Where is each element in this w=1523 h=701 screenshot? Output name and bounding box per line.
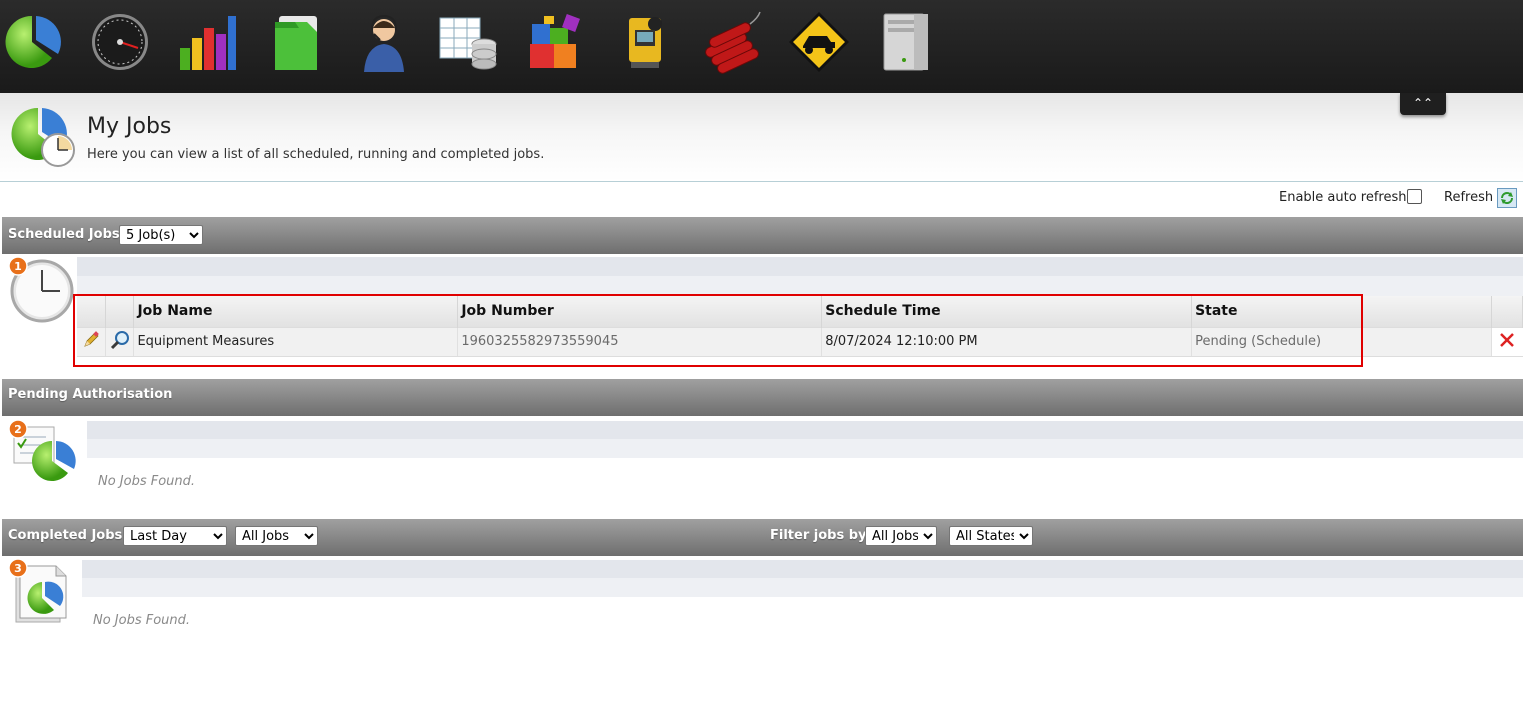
- clock-icon: 1: [8, 256, 78, 326]
- refresh-link[interactable]: Refresh: [1444, 190, 1493, 205]
- state-cell: Pending (Schedule): [1191, 326, 1492, 357]
- speedometer-icon[interactable]: [88, 10, 152, 74]
- scheduled-stripe: [77, 257, 1523, 276]
- edit-cell: [77, 326, 107, 357]
- delete-x-icon[interactable]: [1499, 332, 1515, 352]
- surveying-instrument-icon[interactable]: [613, 10, 677, 74]
- page-title: My Jobs: [87, 114, 172, 139]
- col-state[interactable]: State: [1191, 296, 1492, 327]
- completed-period-select[interactable]: Last Day: [123, 526, 227, 546]
- page-header: [0, 93, 1523, 182]
- pending-authorisation-bar: Pending Authorisation: [2, 379, 1523, 416]
- filter-jobs-label: Filter jobs by: [770, 528, 867, 543]
- double-chevron-up-icon: ⌃⌃: [1412, 96, 1434, 110]
- scheduled-jobs-title: Scheduled Jobs: [8, 227, 120, 242]
- top-toolbar: [0, 0, 1523, 93]
- checklist-chart-icon: 2: [8, 419, 78, 489]
- collapse-toolbar-button[interactable]: ⌃⌃: [1400, 93, 1446, 115]
- refresh-icon[interactable]: [1497, 188, 1517, 208]
- view-cell: [105, 326, 135, 357]
- completed-stripe: [82, 560, 1523, 578]
- support-headset-icon[interactable]: [352, 10, 416, 74]
- scheduled-count-select[interactable]: 5 Job(s): [119, 225, 203, 245]
- job-number-cell: 1960325582973559045: [457, 326, 823, 357]
- truck-warning-sign-icon[interactable]: [787, 10, 851, 74]
- scheduled-stripe-2: [77, 276, 1523, 296]
- pending-stripe: [87, 421, 1523, 439]
- jobs-pie-chart-icon[interactable]: [0, 10, 64, 74]
- server-tower-icon[interactable]: [874, 10, 938, 74]
- table-row: Equipment Measures 1960325582973559045 8…: [77, 326, 1523, 357]
- job-name-cell[interactable]: Equipment Measures: [133, 326, 459, 357]
- spreadsheet-database-icon[interactable]: [436, 10, 500, 74]
- auto-refresh-label: Enable auto refresh: [1279, 190, 1407, 205]
- filter-jobs-select[interactable]: All Jobs: [865, 526, 937, 546]
- col-edit: [77, 296, 107, 327]
- completed-stripe-2: [82, 578, 1523, 597]
- building-blocks-icon[interactable]: [524, 10, 588, 74]
- pencil-icon[interactable]: [81, 330, 101, 354]
- bar-chart-icon[interactable]: [176, 10, 240, 74]
- pending-empty-text: No Jobs Found.: [98, 474, 196, 489]
- page-description: Here you can view a list of all schedule…: [87, 147, 545, 162]
- col-delete: [1491, 296, 1523, 327]
- delete-cell: [1491, 326, 1523, 357]
- badge-3: 3: [14, 562, 22, 575]
- green-folder-icon[interactable]: [265, 10, 329, 74]
- pending-stripe-2: [87, 439, 1523, 458]
- table-header-row: Job Name Job Number Schedule Time State: [77, 296, 1523, 327]
- scheduled-jobs-bar: Scheduled Jobs: [2, 217, 1523, 254]
- badge-2: 2: [14, 423, 22, 436]
- schedule-time-cell: 8/07/2024 12:10:00 PM: [821, 326, 1193, 357]
- col-job-name[interactable]: Job Name: [133, 296, 459, 327]
- completed-empty-text: No Jobs Found.: [93, 613, 191, 628]
- report-document-icon: 3: [8, 558, 78, 628]
- magnifier-icon[interactable]: [109, 330, 131, 355]
- dynamite-icon[interactable]: [700, 10, 764, 74]
- col-job-number[interactable]: Job Number: [457, 296, 823, 327]
- completed-jobs-select[interactable]: All Jobs: [235, 526, 318, 546]
- completed-jobs-bar: Completed Jobs Filter jobs by: [2, 519, 1523, 556]
- completed-jobs-title: Completed Jobs: [8, 528, 123, 543]
- filter-states-select[interactable]: All States: [949, 526, 1033, 546]
- badge-1: 1: [14, 260, 22, 273]
- scheduled-jobs-table: Job Name Job Number Schedule Time State: [77, 296, 1523, 357]
- pending-authorisation-title: Pending Authorisation: [8, 387, 173, 402]
- col-schedule-time[interactable]: Schedule Time: [821, 296, 1193, 327]
- auto-refresh-checkbox[interactable]: [1407, 189, 1422, 204]
- col-view: [105, 296, 135, 327]
- my-jobs-icon: [8, 104, 78, 170]
